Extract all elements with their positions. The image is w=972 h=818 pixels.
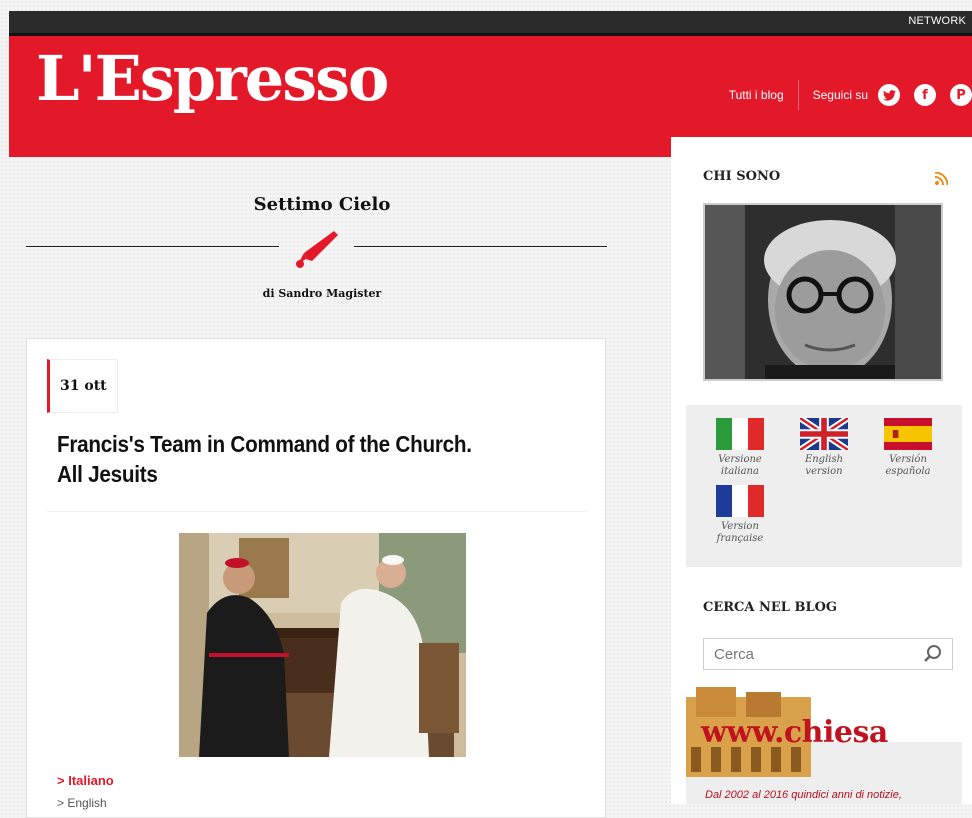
language-selector: Versione italiana English version Versió… bbox=[686, 405, 962, 567]
post-date: 31 ott bbox=[47, 359, 118, 413]
search-heading: CERCA NEL BLOG bbox=[703, 600, 838, 615]
english-version-link[interactable]: > English bbox=[57, 796, 107, 810]
search-input[interactable] bbox=[712, 639, 916, 669]
lang-french[interactable]: Version française bbox=[705, 485, 775, 545]
post-card: 31 ott Francis's Team in Command of the … bbox=[26, 338, 606, 818]
lang-english[interactable]: English version bbox=[789, 418, 859, 478]
pen-icon bbox=[294, 228, 338, 275]
uk-flag-icon bbox=[800, 418, 848, 450]
post-photo bbox=[179, 533, 466, 757]
blog-title: Settimo Cielo bbox=[253, 194, 391, 215]
all-blogs-link[interactable]: Tutti i blog bbox=[729, 88, 784, 102]
search-icon[interactable] bbox=[923, 644, 943, 669]
about-heading: CHI SONO bbox=[703, 169, 781, 184]
header-extension bbox=[9, 137, 671, 157]
twitter-icon[interactable] bbox=[878, 84, 900, 106]
facebook-icon[interactable]: f bbox=[914, 84, 936, 106]
spain-flag-icon bbox=[884, 418, 932, 450]
sidebar: CHI SONO Versione italiana English versi… bbox=[671, 137, 972, 804]
post-title-line2: All Jesuits bbox=[57, 461, 158, 487]
blog-byline: di Sandro Magister bbox=[262, 287, 382, 300]
france-flag-icon bbox=[716, 485, 764, 517]
title-rule-left bbox=[26, 246, 279, 247]
header-nav: Tutti i blog Seguici su f P bbox=[729, 80, 972, 110]
post-title-line1: Francis's Team in Command of the Church. bbox=[57, 431, 472, 457]
post-title[interactable]: Francis's Team in Command of the Church.… bbox=[57, 429, 525, 489]
italy-flag-icon bbox=[716, 418, 764, 450]
chiesa-logo[interactable]: www.chiesa bbox=[701, 715, 888, 750]
follow-us-label: Seguici su bbox=[812, 88, 868, 102]
network-bar: NETWORK bbox=[9, 11, 972, 33]
search-box bbox=[703, 638, 953, 670]
pinterest-icon[interactable]: P bbox=[950, 84, 972, 106]
nav-divider bbox=[797, 80, 799, 110]
italian-version-link[interactable]: > Italiano bbox=[57, 773, 114, 788]
network-link[interactable]: NETWORK bbox=[908, 15, 966, 27]
lang-italian[interactable]: Versione italiana bbox=[705, 418, 775, 478]
post-divider bbox=[47, 511, 587, 512]
author-photo bbox=[703, 203, 943, 381]
chiesa-description: Dal 2002 al 2016 quindici anni di notizi… bbox=[705, 789, 902, 801]
lang-spanish[interactable]: Versión española bbox=[873, 418, 943, 478]
title-rule-right bbox=[354, 246, 607, 247]
rss-icon[interactable] bbox=[934, 171, 949, 190]
site-logo[interactable]: L'Espresso bbox=[36, 48, 389, 110]
